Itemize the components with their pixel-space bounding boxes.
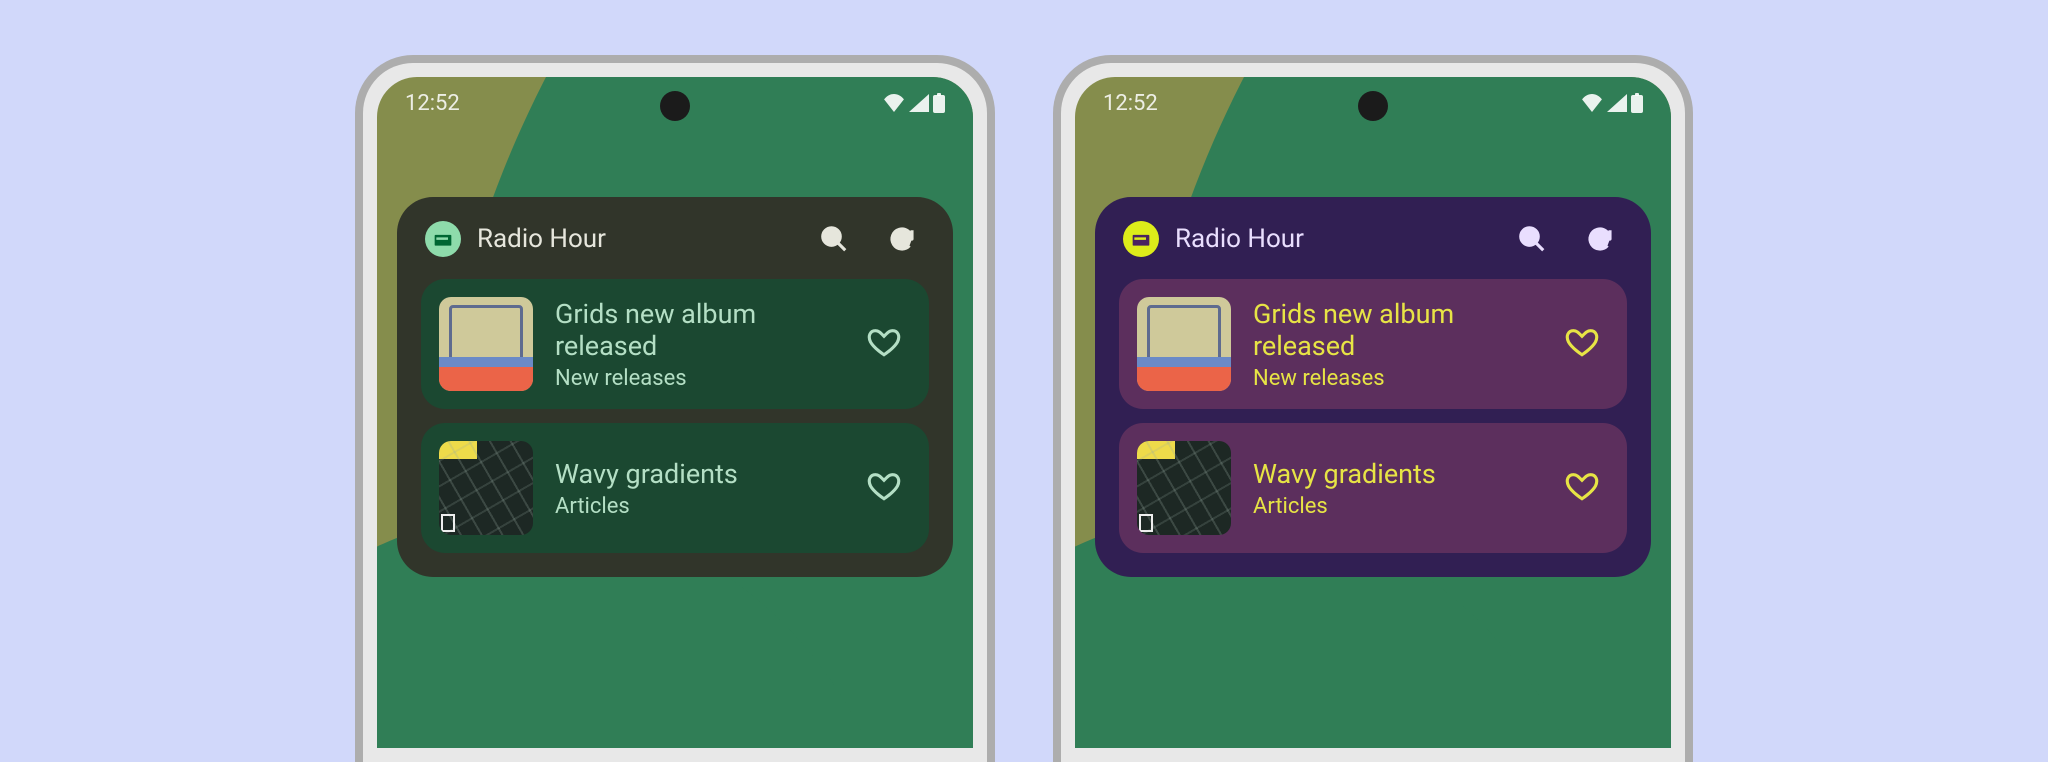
refresh-button[interactable]	[887, 224, 917, 254]
card-subtitle: Articles	[1253, 494, 1543, 519]
signal-icon	[1607, 94, 1627, 112]
favorite-button[interactable]	[867, 469, 911, 507]
camera-hole	[1358, 91, 1388, 121]
refresh-icon	[887, 224, 917, 254]
card-subtitle: Articles	[555, 494, 845, 519]
album-art-thumbnail	[1137, 297, 1231, 391]
status-icons	[883, 93, 945, 113]
search-icon	[819, 224, 849, 254]
status-time: 12:52	[405, 91, 460, 116]
content-card[interactable]: Wavy gradients Articles	[421, 423, 929, 553]
heart-icon	[867, 469, 901, 503]
card-title: Wavy gradients	[1253, 458, 1543, 490]
refresh-button[interactable]	[1585, 224, 1615, 254]
status-bar: 12:52	[377, 77, 973, 129]
refresh-icon	[1585, 224, 1615, 254]
widget-header: Radio Hour	[421, 221, 929, 257]
content-card[interactable]: Wavy gradients Articles	[1119, 423, 1627, 553]
phone-screen: 12:52 Radio Hour	[1075, 77, 1671, 748]
favorite-button[interactable]	[1565, 325, 1609, 363]
heart-icon	[1565, 325, 1599, 359]
camera-hole	[660, 91, 690, 121]
article-thumbnail	[1137, 441, 1231, 535]
heart-icon	[1565, 469, 1599, 503]
status-icons	[1581, 93, 1643, 113]
favorite-button[interactable]	[867, 325, 911, 363]
widget-title: Radio Hour	[1175, 224, 1501, 254]
favorite-button[interactable]	[1565, 469, 1609, 507]
card-title: Wavy gradients	[555, 458, 845, 490]
status-time: 12:52	[1103, 91, 1158, 116]
heart-icon	[867, 325, 901, 359]
card-subtitle: New releases	[555, 366, 845, 391]
battery-icon	[1631, 93, 1643, 113]
content-card[interactable]: Grids new album released New releases	[1119, 279, 1627, 409]
content-card[interactable]: Grids new album released New releases	[421, 279, 929, 409]
widget-title: Radio Hour	[477, 224, 803, 254]
article-thumbnail	[439, 441, 533, 535]
phone-mockup-right: 12:52 Radio Hour	[1053, 55, 1693, 762]
search-button[interactable]	[819, 224, 849, 254]
card-title: Grids new album released	[1253, 298, 1543, 362]
radio-app-icon[interactable]	[1123, 221, 1159, 257]
card-title: Grids new album released	[555, 298, 845, 362]
search-icon	[1517, 224, 1547, 254]
phone-screen: 12:52 Radio Hour	[377, 77, 973, 748]
status-bar: 12:52	[1075, 77, 1671, 129]
radio-widget[interactable]: Radio Hour Grids new album released New …	[1095, 197, 1651, 577]
card-subtitle: New releases	[1253, 366, 1543, 391]
radio-widget[interactable]: Radio Hour Grids new album released New …	[397, 197, 953, 577]
wifi-icon	[1581, 94, 1603, 112]
battery-icon	[933, 93, 945, 113]
signal-icon	[909, 94, 929, 112]
widget-header: Radio Hour	[1119, 221, 1627, 257]
album-art-thumbnail	[439, 297, 533, 391]
wifi-icon	[883, 94, 905, 112]
radio-icon	[433, 229, 453, 249]
radio-icon	[1131, 229, 1151, 249]
radio-app-icon[interactable]	[425, 221, 461, 257]
search-button[interactable]	[1517, 224, 1547, 254]
phone-mockup-left: 12:52 Radio Hour	[355, 55, 995, 762]
